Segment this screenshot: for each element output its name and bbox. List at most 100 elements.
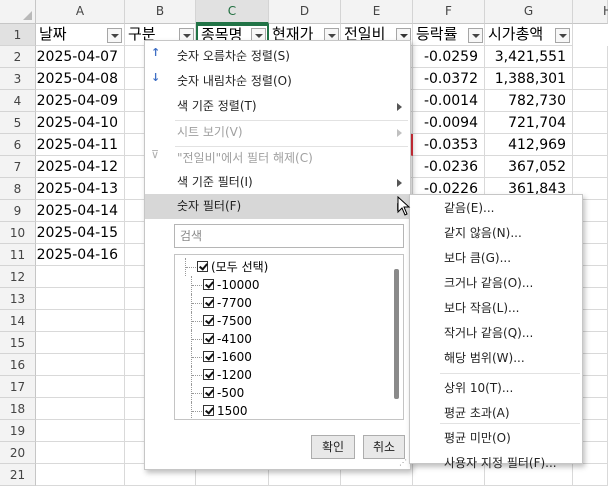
row-header[interactable]: 5 bbox=[0, 112, 36, 134]
cell-empty[interactable] bbox=[573, 464, 608, 486]
cell-empty[interactable] bbox=[36, 442, 125, 464]
number-filter-option[interactable]: 같음(E)... bbox=[410, 196, 582, 221]
filter-value-item[interactable]: -1600 bbox=[191, 348, 252, 366]
cell-date[interactable]: 2025-04-08 bbox=[36, 68, 125, 90]
cell-rate[interactable]: -0.0094 bbox=[413, 112, 485, 134]
cell-date[interactable]: 2025-04-11 bbox=[36, 134, 125, 156]
checkbox-checked-icon[interactable] bbox=[203, 314, 214, 326]
menu-sort-desc[interactable]: ↓ 숫자 내림차순 정렬(O) bbox=[145, 69, 410, 94]
row-header[interactable]: 3 bbox=[0, 68, 36, 90]
cell-rate[interactable]: -0.0259 bbox=[413, 46, 485, 68]
checkbox-checked-icon[interactable] bbox=[197, 260, 208, 272]
select-all-checkbox[interactable]: (모두 선택) bbox=[185, 258, 268, 276]
column-header-d[interactable]: D bbox=[269, 0, 341, 24]
row-header[interactable]: 21 bbox=[0, 464, 36, 486]
filter-search-input[interactable]: 검색 bbox=[174, 224, 404, 248]
cell-h[interactable] bbox=[573, 134, 608, 156]
row-header[interactable]: 1 bbox=[0, 24, 36, 46]
list-scrollbar[interactable] bbox=[394, 269, 399, 399]
column-header-g[interactable]: G bbox=[485, 0, 573, 24]
cell-rate[interactable]: -0.0353 bbox=[413, 134, 485, 156]
ok-button[interactable]: 확인 bbox=[311, 435, 355, 459]
number-filter-option[interactable]: 사용자 지정 필터(F)... bbox=[410, 451, 582, 470]
checkbox-checked-icon[interactable] bbox=[203, 386, 214, 398]
row-header[interactable]: 12 bbox=[0, 266, 36, 288]
cell-empty[interactable] bbox=[36, 464, 125, 486]
number-filter-option[interactable]: 상위 10(T)... bbox=[410, 376, 582, 401]
cell-date[interactable]: 2025-04-13 bbox=[36, 178, 125, 200]
column-header-b[interactable]: B bbox=[125, 0, 196, 24]
row-header[interactable]: 18 bbox=[0, 398, 36, 420]
checkbox-checked-icon[interactable] bbox=[203, 404, 214, 416]
cell-empty[interactable] bbox=[36, 288, 125, 310]
filter-value-list[interactable]: (모두 선택) -10000 -7700 -7500 -4100 -1600 -1200 -5… bbox=[174, 254, 404, 420]
cell-empty[interactable] bbox=[36, 376, 125, 398]
number-filter-option[interactable]: 평균 미만(O) bbox=[410, 426, 582, 451]
row-header[interactable]: 6 bbox=[0, 134, 36, 156]
cell-rate[interactable]: -0.0236 bbox=[413, 156, 485, 178]
menu-filter-by-color[interactable]: 색 기준 필터(I) bbox=[145, 170, 410, 195]
row-header[interactable]: 16 bbox=[0, 354, 36, 376]
cell-cap[interactable]: 367,052 bbox=[485, 156, 573, 178]
cell-rate[interactable]: -0.0372 bbox=[413, 68, 485, 90]
cell-h[interactable] bbox=[573, 46, 608, 68]
cell-h[interactable] bbox=[573, 68, 608, 90]
column-header-c[interactable]: C bbox=[196, 0, 269, 24]
cell-empty[interactable] bbox=[36, 310, 125, 332]
cancel-button[interactable]: 취소 bbox=[363, 435, 405, 459]
cell-h[interactable] bbox=[573, 112, 608, 134]
number-filter-option[interactable]: 크거나 같음(O)... bbox=[410, 271, 582, 296]
menu-number-filter[interactable]: 숫자 필터(F) bbox=[145, 194, 410, 219]
filter-value-item[interactable]: 1500 bbox=[191, 402, 248, 419]
row-header[interactable]: 20 bbox=[0, 442, 36, 464]
row-header[interactable]: 9 bbox=[0, 200, 36, 222]
cell-date[interactable]: 2025-04-10 bbox=[36, 112, 125, 134]
cell-date[interactable]: 2025-04-16 bbox=[36, 244, 125, 266]
row-header[interactable]: 15 bbox=[0, 332, 36, 354]
row-header[interactable]: 4 bbox=[0, 90, 36, 112]
cell-empty[interactable] bbox=[36, 354, 125, 376]
select-all-corner[interactable] bbox=[0, 0, 36, 24]
cell-cap[interactable]: 1,388,301 bbox=[485, 68, 573, 90]
number-filter-option[interactable]: 작거나 같음(Q)... bbox=[410, 321, 582, 346]
cell-cap[interactable]: 782,730 bbox=[485, 90, 573, 112]
cell-cap[interactable]: 412,969 bbox=[485, 134, 573, 156]
checkbox-checked-icon[interactable] bbox=[203, 332, 214, 344]
number-filter-option[interactable]: 보다 큼(G)... bbox=[410, 246, 582, 271]
cell-empty[interactable] bbox=[36, 420, 125, 442]
filter-value-item[interactable]: -7700 bbox=[191, 294, 252, 312]
cell-date[interactable]: 2025-04-15 bbox=[36, 222, 125, 244]
cell-date[interactable]: 2025-04-07 bbox=[36, 46, 125, 68]
column-header-a[interactable]: A bbox=[36, 0, 125, 24]
cell-rate[interactable]: -0.0014 bbox=[413, 90, 485, 112]
filter-value-item[interactable]: -4100 bbox=[191, 330, 252, 348]
row-header[interactable]: 13 bbox=[0, 288, 36, 310]
row-header[interactable]: 7 bbox=[0, 156, 36, 178]
row-header[interactable]: 14 bbox=[0, 310, 36, 332]
checkbox-checked-icon[interactable] bbox=[203, 350, 214, 362]
cell-h[interactable] bbox=[573, 156, 608, 178]
cell-empty[interactable] bbox=[36, 266, 125, 288]
row-header[interactable]: 2 bbox=[0, 46, 36, 68]
row-header[interactable]: 10 bbox=[0, 222, 36, 244]
filter-value-item[interactable]: -10000 bbox=[191, 276, 260, 294]
number-filter-option[interactable]: 보다 작음(L)... bbox=[410, 296, 582, 321]
filter-dropdown-rate[interactable] bbox=[468, 28, 483, 43]
resize-grip-icon[interactable]: ⋰ bbox=[399, 458, 407, 467]
cell-cap[interactable]: 721,704 bbox=[485, 112, 573, 134]
checkbox-checked-icon[interactable] bbox=[203, 296, 214, 308]
filter-dropdown-cap[interactable] bbox=[555, 28, 570, 43]
row-header[interactable]: 17 bbox=[0, 376, 36, 398]
cell-cap[interactable]: 3,421,551 bbox=[485, 46, 573, 68]
cell-date[interactable]: 2025-04-09 bbox=[36, 90, 125, 112]
number-filter-option[interactable]: 해당 범위(W)... bbox=[410, 346, 582, 371]
column-header-h[interactable]: H bbox=[573, 0, 608, 24]
cell-date[interactable]: 2025-04-14 bbox=[36, 200, 125, 222]
column-header-e[interactable]: E bbox=[341, 0, 413, 24]
filter-value-item[interactable]: -500 bbox=[191, 384, 244, 402]
column-header-f[interactable]: F bbox=[413, 0, 485, 24]
filter-value-item[interactable]: -1200 bbox=[191, 366, 252, 384]
filter-dropdown-date[interactable] bbox=[107, 28, 122, 43]
cell-h[interactable] bbox=[573, 90, 608, 112]
row-header[interactable]: 8 bbox=[0, 178, 36, 200]
